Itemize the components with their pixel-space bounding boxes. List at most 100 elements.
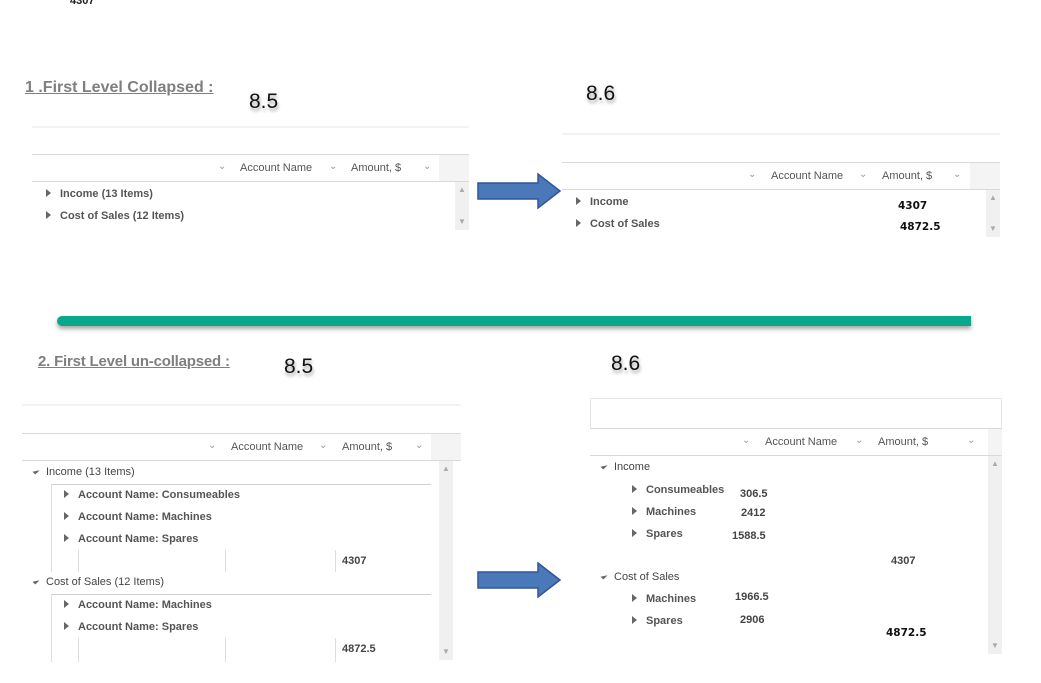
chevron-down-icon[interactable]: ⌄: [319, 434, 327, 460]
group-label: Income: [590, 196, 629, 208]
vertical-scrollbar[interactable]: ▲ ▼: [988, 456, 1002, 654]
expand-triangle-icon[interactable]: [46, 189, 51, 198]
column-header-amount[interactable]: Amount, $: [878, 429, 928, 455]
expand-triangle-icon[interactable]: [64, 490, 69, 499]
expand-triangle-icon[interactable]: [64, 534, 69, 543]
expand-triangle-icon[interactable]: [64, 512, 69, 521]
group-row-cost-of-sales[interactable]: Cost of Sales (12 Items): [32, 572, 164, 592]
child-label: Spares: [646, 528, 683, 540]
expand-triangle-icon[interactable]: [46, 211, 51, 220]
group-footer-total: 4872.5: [886, 627, 927, 639]
chevron-down-icon[interactable]: ⌄: [855, 429, 863, 455]
chevron-down-icon[interactable]: ⌄: [423, 155, 431, 181]
column-header-amount[interactable]: Amount, $: [351, 155, 401, 181]
scroll-down-icon[interactable]: ▼: [986, 223, 1000, 235]
section1-before-version: 8.5: [249, 90, 279, 113]
indent-line: [51, 594, 52, 662]
header-scroll-corner: [988, 429, 1002, 455]
column-header-account-name[interactable]: Account Name: [771, 163, 843, 189]
collapse-triangle-icon[interactable]: [32, 467, 40, 475]
chevron-down-icon[interactable]: ⌄: [415, 434, 423, 460]
vertical-scrollbar[interactable]: ▲ ▼: [455, 182, 469, 230]
indent-line: [51, 484, 52, 572]
scroll-down-icon[interactable]: ▼: [988, 640, 1002, 652]
column-line: [335, 550, 336, 572]
column-header-account-name[interactable]: Account Name: [240, 155, 312, 181]
header-scroll-corner: [431, 434, 461, 460]
column-header-account-name[interactable]: Account Name: [765, 429, 837, 455]
chevron-down-icon[interactable]: ⌄: [748, 163, 756, 189]
section1-after-grid: ⌄ Account Name ⌄ Amount, $ ⌄ ▲ ▼ Income …: [562, 133, 1000, 237]
scroll-up-icon[interactable]: ▲: [986, 192, 1000, 204]
child-row[interactable]: Consumeables: [632, 480, 724, 500]
chevron-down-icon[interactable]: ⌄: [208, 434, 216, 460]
vertical-scrollbar[interactable]: ▲ ▼: [986, 190, 1000, 237]
group-row-income[interactable]: Income (13 Items): [46, 184, 153, 204]
collapse-triangle-icon[interactable]: [600, 462, 608, 470]
child-row[interactable]: Spares: [632, 611, 683, 631]
expand-triangle-icon[interactable]: [64, 622, 69, 631]
child-row[interactable]: Spares: [632, 524, 683, 544]
section2-after-grid: ⌄ Account Name ⌄ Amount, $ ⌄ ▲ ▼ Income …: [590, 398, 1002, 656]
chevron-down-icon[interactable]: ⌄: [859, 163, 867, 189]
child-label: Account Name: Spares: [78, 533, 199, 545]
group-row-cost-of-sales[interactable]: Cost of Sales: [576, 214, 660, 234]
section1-after-version: 8.6: [586, 82, 616, 105]
group-label: Cost of Sales (12 Items): [46, 576, 164, 588]
vertical-scrollbar[interactable]: ▲ ▼: [439, 461, 453, 660]
scroll-down-icon[interactable]: ▼: [439, 646, 453, 658]
chevron-down-icon[interactable]: ⌄: [742, 429, 750, 455]
group-total: 4872.5: [900, 221, 941, 233]
grid-toolbar: [562, 133, 1000, 163]
group-row-cost-of-sales[interactable]: Cost of Sales: [600, 567, 679, 587]
scroll-up-icon[interactable]: ▲: [455, 184, 469, 196]
child-row[interactable]: Account Name: Machines: [64, 595, 212, 615]
collapse-triangle-icon[interactable]: [600, 572, 608, 580]
chevron-down-icon[interactable]: ⌄: [967, 429, 975, 455]
stray-total-value: 4307: [70, 0, 95, 7]
column-header-amount[interactable]: Amount, $: [882, 163, 932, 189]
expand-triangle-icon[interactable]: [632, 594, 637, 603]
expand-triangle-icon[interactable]: [576, 197, 581, 206]
child-amount: 1588.5: [732, 530, 766, 542]
group-label: Income (13 Items): [46, 466, 135, 478]
scroll-up-icon[interactable]: ▲: [988, 458, 1002, 470]
child-row[interactable]: Account Name: Machines: [64, 507, 212, 527]
child-row[interactable]: Account Name: Consumeables: [64, 485, 240, 505]
section2-before-version: 8.5: [284, 355, 314, 378]
expand-triangle-icon[interactable]: [632, 616, 637, 625]
chevron-down-icon[interactable]: ⌄: [329, 155, 337, 181]
column-header-amount[interactable]: Amount, $: [342, 434, 392, 460]
child-amount: 2906: [740, 614, 765, 626]
child-label: Account Name: Machines: [78, 599, 212, 611]
child-label: Machines: [646, 506, 697, 518]
group-label: Income (13 Items): [60, 188, 153, 200]
grid-header: ⌄ Account Name ⌄ Amount, $ ⌄: [590, 428, 1002, 456]
group-row-income[interactable]: Income (13 Items): [32, 462, 135, 482]
chevron-down-icon[interactable]: ⌄: [218, 155, 226, 181]
child-row[interactable]: Machines: [632, 502, 696, 522]
grid-toolbar: [22, 404, 461, 434]
group-row-income[interactable]: Income: [600, 457, 650, 477]
collapse-triangle-icon[interactable]: [32, 577, 40, 585]
child-row[interactable]: Account Name: Spares: [64, 529, 198, 549]
group-row-income[interactable]: Income: [576, 192, 629, 212]
child-amount: 2412: [741, 507, 766, 519]
expand-triangle-icon[interactable]: [64, 600, 69, 609]
expand-triangle-icon[interactable]: [632, 529, 637, 538]
expand-triangle-icon[interactable]: [632, 507, 637, 516]
scroll-down-icon[interactable]: ▼: [455, 216, 469, 228]
right-arrow-icon: [477, 561, 562, 599]
column-header-account-name[interactable]: Account Name: [231, 434, 303, 460]
expand-triangle-icon[interactable]: [576, 219, 581, 228]
child-row[interactable]: Account Name: Spares: [64, 617, 198, 637]
scroll-up-icon[interactable]: ▲: [439, 463, 453, 475]
group-row-cost-of-sales[interactable]: Cost of Sales (12 Items): [46, 206, 184, 226]
chevron-down-icon[interactable]: ⌄: [953, 163, 961, 189]
group-footer-total: 4307: [891, 555, 916, 567]
child-label: Account Name: Spares: [78, 621, 199, 633]
header-scroll-corner: [970, 163, 1000, 189]
child-row[interactable]: Machines: [632, 589, 696, 609]
expand-triangle-icon[interactable]: [632, 485, 637, 494]
column-line: [225, 638, 226, 662]
